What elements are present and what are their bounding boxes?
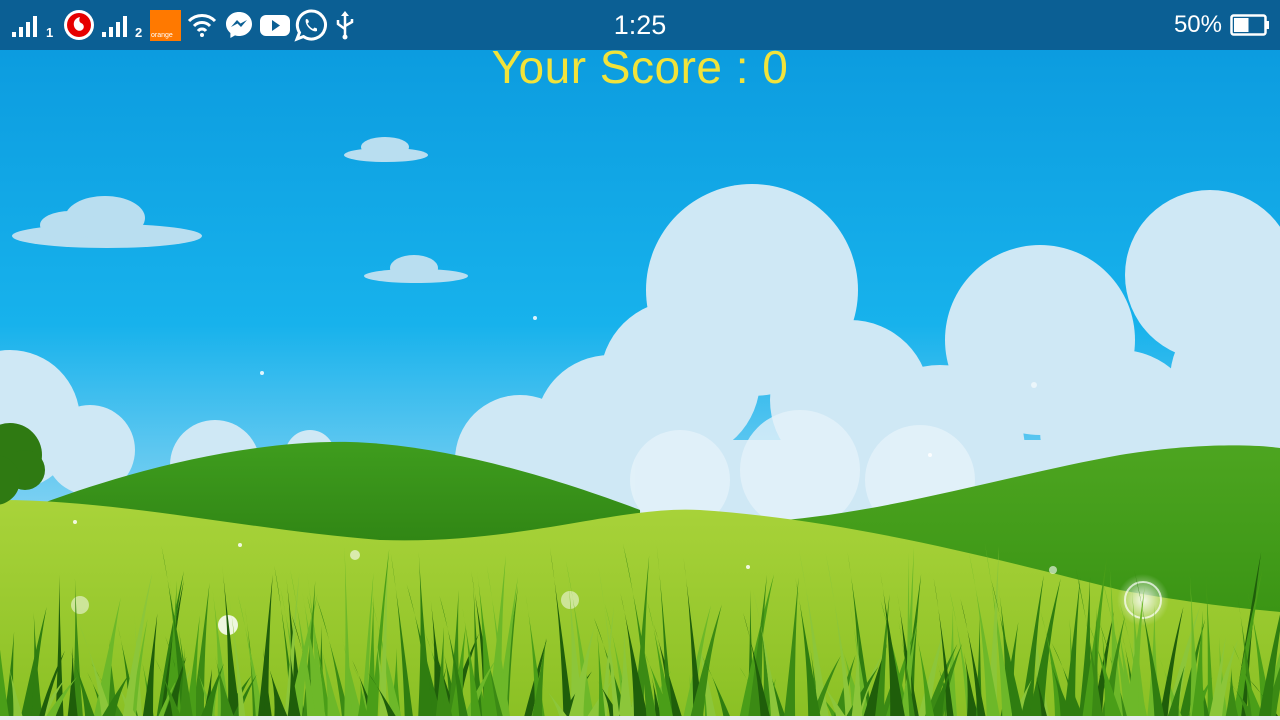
bottom-edge [0,716,1280,720]
score-label: Your Score : 0 [491,41,789,93]
battery-fill [1234,18,1249,32]
game-background [0,0,1280,720]
